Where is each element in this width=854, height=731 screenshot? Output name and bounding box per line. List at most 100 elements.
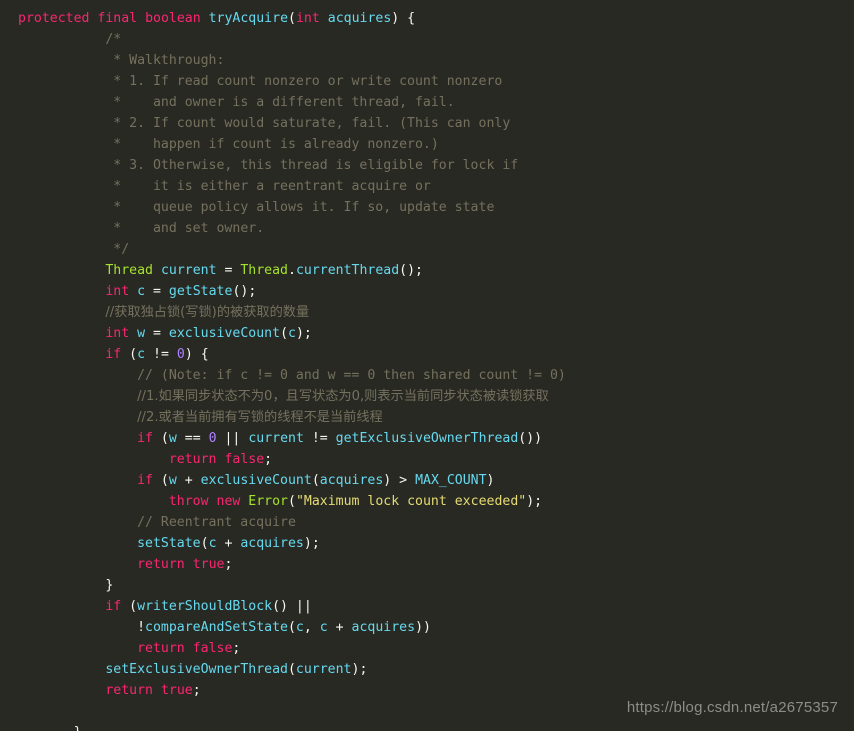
code-token: final	[97, 11, 138, 26]
code-token: acquires	[327, 11, 392, 26]
code-line: * queue policy allows it. If so, update …	[18, 197, 566, 218]
code-token: //获取独占锁(写锁)的被获取的数量	[105, 305, 310, 320]
code-token: ) {	[184, 347, 209, 362]
code-token: getState	[168, 284, 233, 299]
code-token: return	[168, 452, 217, 467]
code-token: c	[208, 536, 217, 551]
code-token: c	[137, 347, 146, 362]
code-token: (	[287, 662, 296, 677]
code-token: ;	[224, 557, 233, 572]
code-token: (	[288, 494, 296, 509]
code-line: setExclusiveOwnerThread(current);	[18, 659, 566, 680]
code-token: ();	[399, 263, 423, 278]
code-token: if	[105, 347, 122, 362]
code-line: // (Note: if c != 0 and w == 0 then shar…	[18, 365, 566, 386]
code-token: ,	[303, 620, 320, 635]
code-token: true	[192, 557, 225, 572]
code-line: setState(c + acquires);	[18, 533, 566, 554]
code-token: ;	[192, 683, 201, 698]
code-token: (	[311, 473, 320, 488]
code-token: acquires	[351, 620, 416, 635]
code-line: !compareAndSetState(c, c + acquires))	[18, 617, 566, 638]
code-token: acquires	[319, 473, 384, 488]
code-token: =	[145, 284, 169, 299]
code-line: * 2. If count would saturate, fail. (Thi…	[18, 113, 566, 134]
code-block: protected final boolean tryAcquire(int a…	[18, 8, 566, 731]
code-token: return	[137, 557, 185, 572]
code-token: false	[224, 452, 265, 467]
code-token: w	[168, 431, 177, 446]
code-token: )	[486, 473, 495, 488]
code-token: c	[288, 326, 296, 341]
code-token: compareAndSetState	[145, 620, 288, 635]
code-line: if (w == 0 || current != getExclusiveOwn…	[18, 428, 566, 449]
code-token: getExclusiveOwnerThread	[335, 431, 519, 446]
code-line: throw new Error("Maximum lock count exce…	[18, 491, 566, 512]
code-token: Thread	[240, 263, 288, 278]
code-token: }	[105, 578, 114, 593]
code-line: int c = getState();	[18, 281, 566, 302]
code-token: if	[137, 473, 153, 488]
code-token: =	[216, 263, 241, 278]
code-token: !=	[303, 431, 336, 446]
code-line: * 1. If read count nonzero or write coun…	[18, 71, 566, 92]
code-token: w	[137, 326, 146, 341]
code-token: true	[160, 683, 193, 698]
code-line: //获取独占锁(写锁)的被获取的数量	[18, 302, 566, 323]
code-token: ==	[176, 431, 209, 446]
code-token: +	[216, 536, 241, 551]
code-token: setState	[137, 536, 201, 551]
code-token: );	[351, 662, 368, 677]
code-token: int	[105, 326, 130, 341]
code-token: c	[295, 620, 304, 635]
code-token: exclusiveCount	[200, 473, 312, 488]
code-token: // Reentrant acquire	[137, 515, 296, 530]
code-token: protected	[18, 11, 90, 26]
code-token: (	[152, 431, 169, 446]
code-token: * Walkthrough:	[113, 53, 225, 68]
code-token: * it is either a reentrant acquire or	[113, 179, 431, 194]
code-token: "Maximum lock count exceeded"	[295, 494, 527, 509]
code-line: return false;	[18, 449, 566, 470]
code-line: * Walkthrough:	[18, 50, 566, 71]
code-token: current	[160, 263, 217, 278]
code-token: (	[121, 599, 138, 614]
code-token: if	[137, 431, 153, 446]
code-token: (	[287, 620, 296, 635]
code-token: ))	[415, 620, 431, 635]
code-line: if (c != 0) {	[18, 344, 566, 365]
code-token: () ||	[272, 599, 312, 614]
code-token: return	[105, 683, 153, 698]
code-token: ;	[264, 452, 273, 467]
code-token: currentThread	[295, 263, 400, 278]
code-token: if	[105, 599, 122, 614]
code-token: current	[295, 662, 352, 677]
code-token: (	[152, 473, 169, 488]
code-token: .	[287, 263, 296, 278]
code-token: int	[295, 11, 320, 26]
code-token: return	[137, 641, 185, 656]
code-token: ||	[216, 431, 249, 446]
code-token: +	[327, 620, 352, 635]
code-token: w	[168, 473, 177, 488]
code-token: * 3. Otherwise, this thread is eligible …	[113, 158, 519, 173]
code-token: * and owner is a different thread, fail.	[113, 95, 455, 110]
code-token: boolean	[145, 11, 201, 26]
code-token: 0	[208, 431, 217, 446]
code-token: =	[145, 326, 169, 341]
code-token: c	[137, 284, 146, 299]
code-token: (	[121, 347, 138, 362]
code-line: * happen if count is already nonzero.)	[18, 134, 566, 155]
code-line: }	[18, 722, 566, 731]
code-token: * 2. If count would saturate, fail. (Thi…	[113, 116, 511, 131]
code-line: * and set owner.	[18, 218, 566, 239]
code-token: current	[248, 431, 304, 446]
